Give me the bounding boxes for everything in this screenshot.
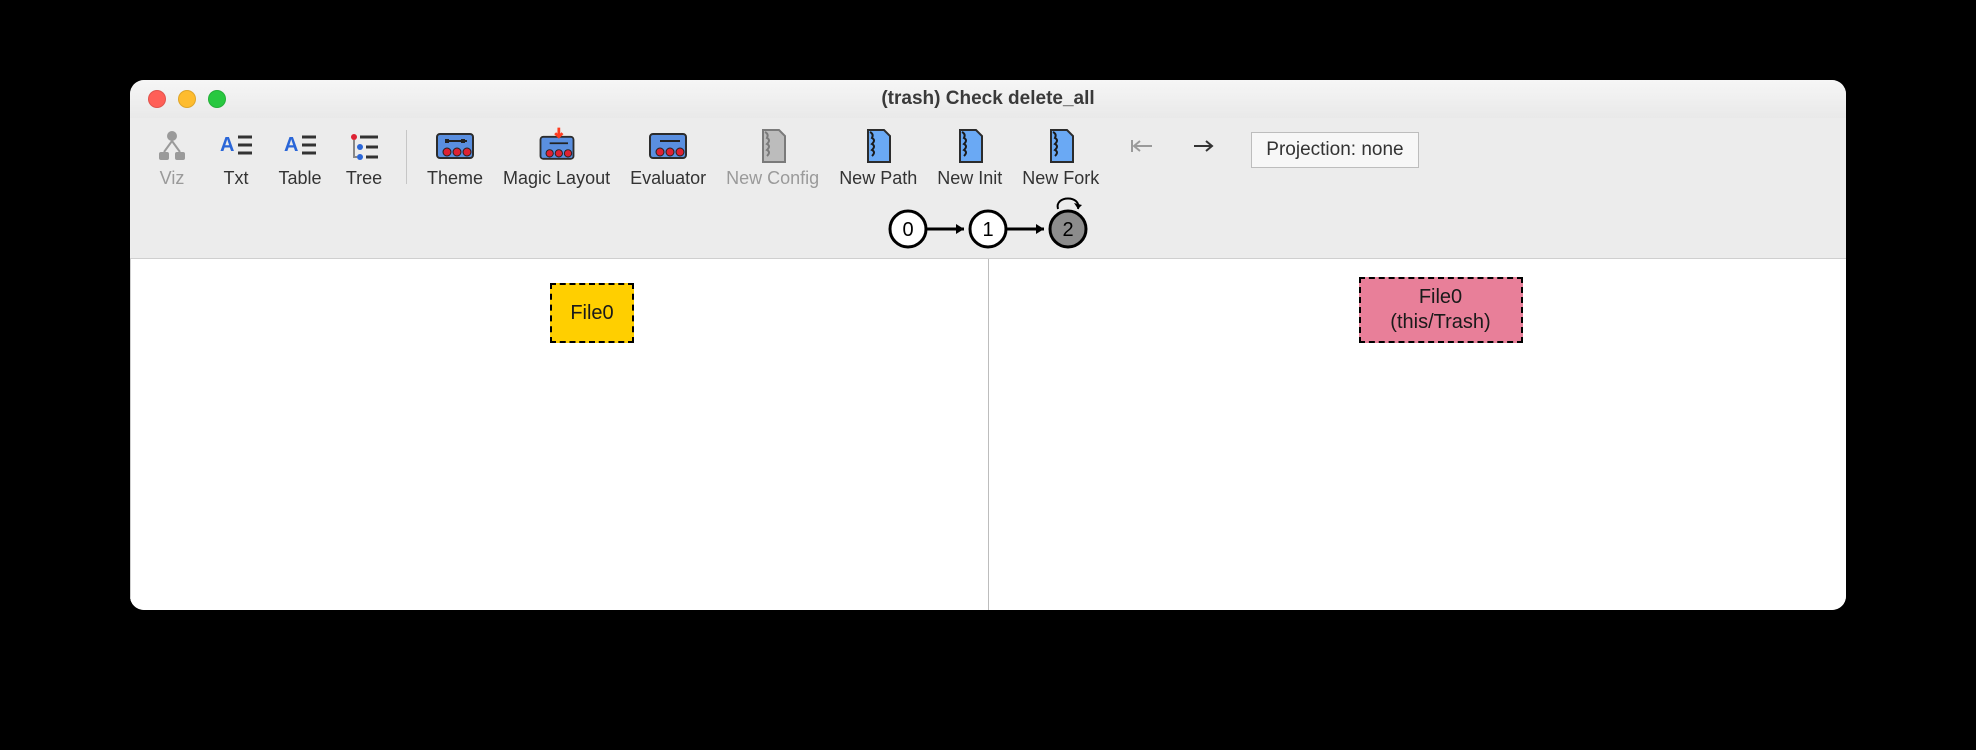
toolbar-separator (406, 130, 407, 184)
toolbar-new-config-label: New Config (726, 168, 819, 189)
svg-text:A: A (220, 134, 234, 156)
toolbar-table[interactable]: A Table (268, 126, 332, 189)
magic-layout-icon (535, 126, 579, 166)
evaluator-icon (646, 126, 690, 166)
trace-graph: 0 1 2 (858, 193, 1118, 257)
prev-icon (1119, 126, 1163, 166)
toolbar-new-init-label: New Init (937, 168, 1002, 189)
toolbar-table-label: Table (278, 168, 321, 189)
new-path-icon (856, 126, 900, 166)
window-minimize-button[interactable] (178, 90, 196, 108)
left-pane[interactable]: File0 (130, 259, 988, 610)
table-icon: A (278, 126, 322, 166)
toolbar-magic-layout[interactable]: Magic Layout (493, 126, 620, 189)
svg-text:A: A (284, 134, 298, 156)
toolbar-new-path-label: New Path (839, 168, 917, 189)
toolbar-new-config[interactable]: New Config (716, 126, 829, 189)
toolbar-viz-label: Viz (160, 168, 185, 189)
node-file0-right[interactable]: File0 (this/Trash) (1359, 277, 1523, 343)
new-init-icon (948, 126, 992, 166)
tree-icon (342, 126, 386, 166)
node-label-1: File0 (1419, 285, 1462, 310)
trace-bar: 0 1 2 (130, 193, 1846, 257)
toolbar-tree-label: Tree (346, 168, 382, 189)
window-maximize-button[interactable] (208, 90, 226, 108)
toolbar-prev-label (1139, 168, 1144, 189)
node-file0-left[interactable]: File0 (550, 283, 634, 343)
node-label-2: (this/Trash) (1390, 310, 1490, 335)
toolbar-evaluator-label: Evaluator (630, 168, 706, 189)
toolbar-magic-layout-label: Magic Layout (503, 168, 610, 189)
toolbar-new-init[interactable]: New Init (927, 126, 1012, 189)
trace-step-2[interactable]: 2 (1062, 219, 1073, 241)
window-controls (130, 90, 226, 108)
toolbar-theme-label: Theme (427, 168, 483, 189)
theme-icon (433, 126, 477, 166)
toolbar-evaluator[interactable]: Evaluator (620, 126, 716, 189)
window-close-button[interactable] (148, 90, 166, 108)
toolbar-theme[interactable]: Theme (417, 126, 493, 189)
trace-step-0[interactable]: 0 (902, 219, 913, 241)
toolbar-viz[interactable]: Viz (140, 126, 204, 189)
toolbar-prev[interactable] (1109, 126, 1173, 189)
app-window: (trash) Check delete_all Viz A (130, 80, 1846, 610)
projection-label: Projection: none (1266, 139, 1403, 161)
new-config-icon (751, 126, 795, 166)
projection-selector[interactable]: Projection: none (1251, 132, 1418, 168)
next-icon (1183, 126, 1227, 166)
node-label: File0 (570, 301, 613, 326)
right-pane[interactable]: File0 (this/Trash) (988, 259, 1847, 610)
canvas: File0 File0 (this/Trash) (130, 258, 1846, 610)
toolbar: Viz A Txt A Tabl (130, 118, 1846, 193)
text-icon: A (214, 126, 258, 166)
trace-step-1[interactable]: 1 (982, 219, 993, 241)
new-fork-icon (1039, 126, 1083, 166)
toolbar-txt[interactable]: A Txt (204, 126, 268, 189)
toolbar-new-fork[interactable]: New Fork (1012, 126, 1109, 189)
titlebar: (trash) Check delete_all (130, 80, 1846, 118)
toolbar-tree[interactable]: Tree (332, 126, 396, 189)
toolbar-new-path[interactable]: New Path (829, 126, 927, 189)
toolbar-next[interactable] (1173, 126, 1237, 189)
window-title: (trash) Check delete_all (130, 88, 1846, 110)
toolbar-next-label (1203, 168, 1208, 189)
viz-icon (150, 126, 194, 166)
toolbar-new-fork-label: New Fork (1022, 168, 1099, 189)
toolbar-txt-label: Txt (224, 168, 249, 189)
